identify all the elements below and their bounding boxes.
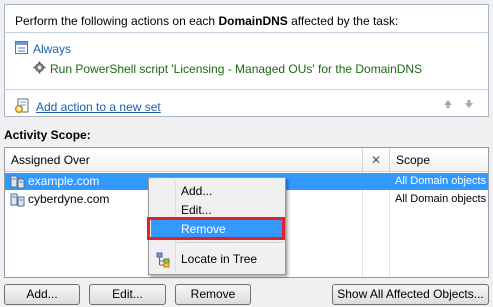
add-button[interactable]: Add... xyxy=(4,284,80,305)
domain-icon xyxy=(10,192,26,208)
menu-separator xyxy=(177,242,283,243)
row-name: cyberdyne.com xyxy=(28,192,110,206)
row-scope: All Domain objects xyxy=(395,175,487,187)
menu-item-locate-in-tree[interactable]: Locate in Tree xyxy=(151,250,283,269)
actions-header-prefix: Perform the following actions on each xyxy=(15,14,219,28)
remove-button[interactable]: Remove xyxy=(175,284,251,305)
move-down-icon[interactable] xyxy=(463,98,475,110)
actions-panel: Perform the following actions on each Do… xyxy=(4,4,489,117)
action-row[interactable]: Run PowerShell script 'Licensing - Manag… xyxy=(33,61,422,77)
menu-item-add[interactable]: Add... xyxy=(151,182,283,201)
action-text[interactable]: Run PowerShell script 'Licensing - Manag… xyxy=(50,62,422,76)
column-assigned-over[interactable]: Assigned Over xyxy=(5,148,362,172)
column-exclude[interactable]: ✕ xyxy=(363,148,389,172)
add-action-set-link[interactable]: Add action to a new set xyxy=(36,100,161,114)
grid-header: Assigned Over ✕ Scope xyxy=(5,148,488,172)
condition-row[interactable]: Always xyxy=(15,41,71,57)
edit-button[interactable]: Edit... xyxy=(89,284,166,305)
activity-scope-title: Activity Scope: xyxy=(4,128,91,142)
add-action-set-icon xyxy=(15,98,31,116)
row-name: example.com xyxy=(28,174,100,188)
actions-header-object: DomainDNS xyxy=(218,14,288,28)
row-scope: All Domain objects xyxy=(395,193,487,205)
locate-in-tree-icon xyxy=(156,252,172,268)
domain-icon xyxy=(10,174,26,190)
actions-header-suffix: affected by the task: xyxy=(287,14,399,28)
add-action-set[interactable]: Add action to a new set xyxy=(15,98,161,116)
red-highlight-box xyxy=(147,217,285,240)
column-scope[interactable]: Scope xyxy=(390,148,488,172)
menu-item-locate-label: Locate in Tree xyxy=(181,252,258,266)
actions-footer: Add action to a new set xyxy=(5,89,488,117)
actions-header: Perform the following actions on each Do… xyxy=(5,5,488,33)
move-up-icon[interactable] xyxy=(442,98,454,110)
condition-always-link[interactable]: Always xyxy=(33,42,71,56)
gear-script-icon xyxy=(33,61,46,77)
condition-list-icon xyxy=(15,41,28,57)
show-all-affected-objects-button[interactable]: Show All Affected Objects... xyxy=(332,284,489,305)
